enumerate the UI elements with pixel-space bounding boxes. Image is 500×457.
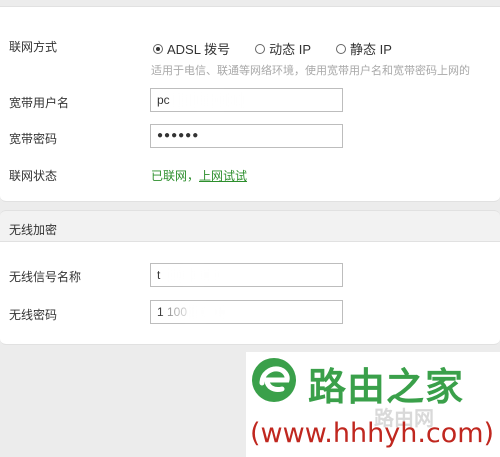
wireless-encryption-header: 无线加密 bbox=[0, 210, 500, 242]
network-settings-panel: 联网方式 ADSL 拨号 动态 IP 静态 IP 适用于电信、联通等网络环境，使… bbox=[0, 6, 500, 202]
connection-mode-radio-group: ADSL 拨号 动态 IP 静态 IP bbox=[153, 39, 417, 58]
radio-static-ip-label: 静态 IP bbox=[350, 42, 392, 57]
broadband-username-value: pc bbox=[157, 93, 170, 107]
radio-adsl[interactable]: ADSL 拨号 bbox=[153, 39, 230, 58]
try-internet-link[interactable]: 上网试试 bbox=[199, 169, 247, 183]
broadband-password-label: 宽带密码 bbox=[9, 132, 58, 146]
broadband-password-value: ●●●●●● bbox=[157, 130, 200, 141]
wireless-ssid-label: 无线信号名称 bbox=[9, 270, 82, 284]
radio-checked-icon[interactable] bbox=[153, 43, 163, 54]
watermark-url: (www.hhhyh.com) bbox=[250, 418, 495, 449]
wireless-ssid-value: t bbox=[157, 268, 161, 282]
connection-mode-label: 联网方式 bbox=[9, 40, 58, 54]
router-logo-icon bbox=[252, 358, 296, 402]
radio-unchecked-icon[interactable] bbox=[255, 43, 266, 54]
radio-unchecked-icon[interactable] bbox=[336, 43, 346, 54]
radio-dynamic-ip[interactable]: 动态 IP bbox=[255, 39, 311, 58]
broadband-password-input[interactable]: ●●●●●● bbox=[150, 124, 343, 148]
radio-static-ip[interactable]: 静态 IP bbox=[336, 39, 392, 58]
connection-status-text: 已联网， bbox=[151, 169, 200, 183]
wireless-password-label: 无线密码 bbox=[9, 308, 58, 322]
radio-adsl-label: ADSL 拨号 bbox=[167, 42, 231, 57]
redaction-blur bbox=[170, 93, 245, 107]
connection-status: 已联网，上网试试 bbox=[151, 167, 247, 184]
wireless-settings-panel: 无线信号名称 t 无线密码 1 100 bbox=[0, 242, 500, 345]
redaction-blur bbox=[162, 268, 220, 282]
connection-status-label: 联网状态 bbox=[9, 169, 58, 183]
radio-dynamic-ip-label: 动态 IP bbox=[269, 42, 311, 57]
connection-mode-hint: 适用于电信、联通等网络环境，使用宽带用户名和宽带密码上网的 bbox=[151, 65, 470, 77]
broadband-username-label: 宽带用户名 bbox=[9, 96, 70, 110]
wireless-encryption-title: 无线加密 bbox=[9, 223, 58, 237]
watermark: 路由之家 路由网 (www.hhhyh.com) bbox=[246, 352, 500, 457]
redaction-blur bbox=[163, 305, 223, 319]
